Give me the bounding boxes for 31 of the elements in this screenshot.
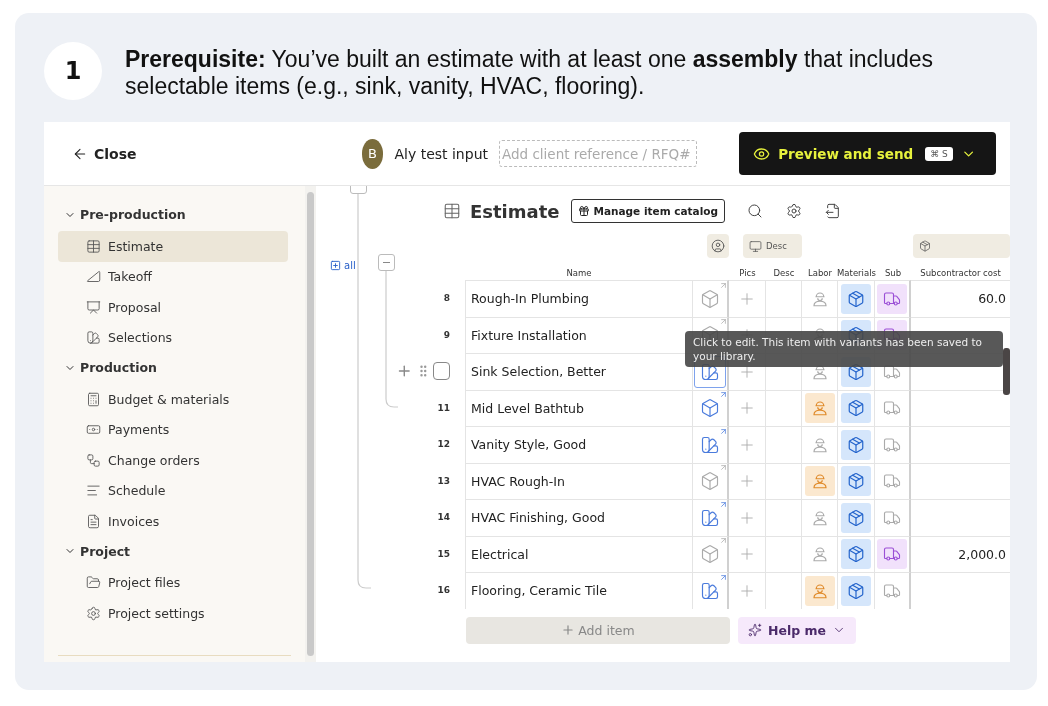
- column-header: Desc: [772, 267, 796, 280]
- column-header: Labor: [806, 267, 833, 280]
- column-header: Pics: [738, 267, 757, 280]
- column-header: Materials: [838, 267, 875, 280]
- cost-value: 60.0: [978, 291, 1006, 307]
- row-number: 15: [437, 548, 450, 559]
- row-number: 16: [437, 585, 450, 596]
- column-header: Name: [565, 267, 593, 280]
- project-name: Aly test input: [394, 145, 488, 162]
- avatar: B: [361, 138, 384, 169]
- tooltip: Click to edit. This item with variants has been saved to your library.: [685, 331, 1003, 367]
- row-number: 12: [437, 439, 450, 450]
- table-cell: Electrical: [465, 535, 693, 572]
- estimate-title: Estimate: [470, 200, 560, 222]
- column-header: Sub: [883, 267, 903, 280]
- table-cell: Rough-In Plumbing: [465, 280, 693, 317]
- table-cell: Vanity Style, Good: [465, 426, 693, 463]
- table-cell: Flooring, Ceramic Tile: [465, 572, 693, 609]
- table-cell: HVAC Finishing, Good: [465, 499, 693, 536]
- cost-value: 2,000.0: [958, 546, 1006, 562]
- table-cell: HVAC Rough-In: [465, 462, 693, 499]
- table-cell: Mid Level Bathtub: [465, 389, 693, 426]
- step-text: Prerequisite: You’ve built an estimate with at least one assembly that includes selectable items (e.g., sink, vanity, HVAC, flooring).: [125, 45, 935, 100]
- step-number: 1: [44, 42, 102, 100]
- shortcut-key: ⌘ S: [925, 146, 953, 161]
- row-number: 11: [437, 402, 450, 413]
- row-number: 13: [437, 475, 450, 486]
- row-number: 9: [443, 329, 450, 340]
- column-header: Subcontractor cost: [919, 267, 1002, 280]
- row-number: 14: [437, 512, 450, 523]
- row-number: 8: [443, 293, 450, 304]
